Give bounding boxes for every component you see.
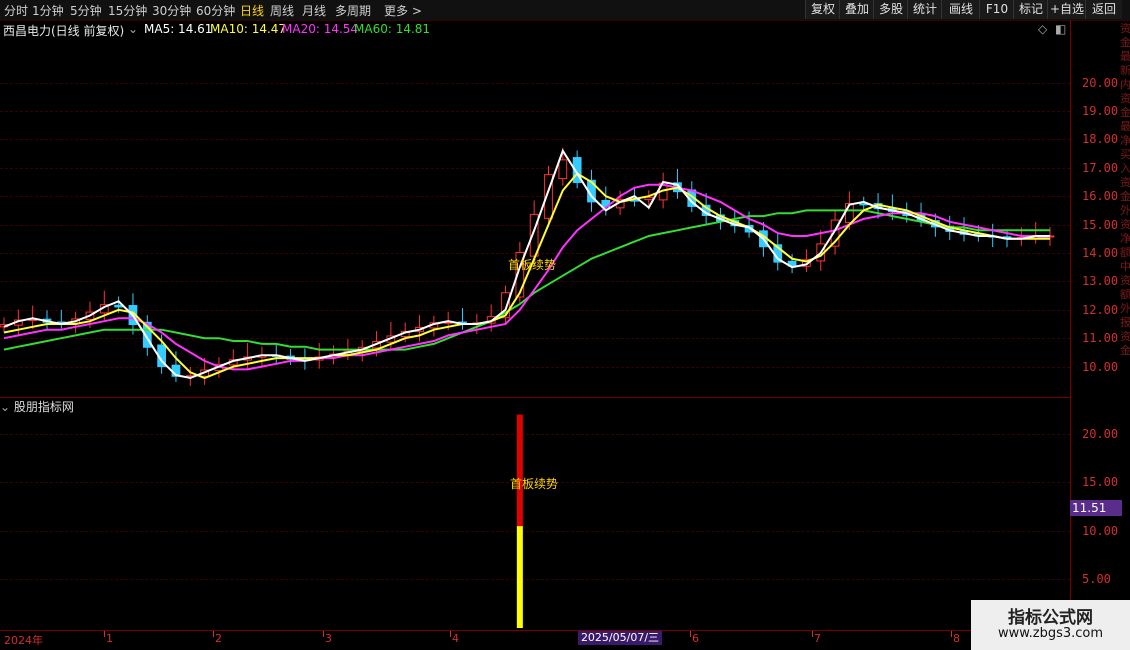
up-candle[interactable]	[558, 159, 568, 180]
sub-signal-label: 首板续势	[510, 477, 559, 491]
month-label: 6	[692, 632, 699, 645]
signal-bar-top	[516, 414, 523, 527]
price-tick-label: 16.00	[1082, 189, 1119, 204]
month-label: 1	[106, 632, 113, 645]
month-tick	[951, 631, 952, 637]
sub-tick-label: 5.00	[1082, 572, 1111, 587]
price-tick-label: 20.00	[1082, 75, 1119, 90]
pane-separator[interactable]	[0, 397, 1070, 398]
sub-tick-label: 10.00	[1082, 523, 1119, 538]
price-tick-label: 18.00	[1082, 132, 1119, 147]
price-tick-label: 14.00	[1082, 246, 1119, 260]
price-axis-line	[1070, 20, 1071, 630]
month-label: 2	[215, 632, 222, 645]
watermark-url: www.zbgs3.com	[997, 626, 1104, 641]
month-tick	[323, 631, 324, 637]
month-label: 8	[953, 632, 960, 645]
signal-bar-bottom	[516, 526, 523, 628]
date-axis	[0, 630, 1070, 647]
month-tick	[104, 631, 105, 637]
cursor-date-label: 2025/05/07/三	[578, 631, 662, 645]
back-button[interactable]: 返回	[1085, 0, 1122, 19]
month-label: 7	[814, 632, 821, 645]
month-label: 3	[325, 632, 332, 645]
price-tick-label: 10.00	[1082, 359, 1119, 374]
month-tick	[213, 631, 214, 637]
price-tick-label: 13.00	[1082, 274, 1119, 289]
month-tick	[812, 631, 813, 637]
main-signal-label: 首板续势	[508, 258, 557, 272]
watermark-title: 指标公式网	[1008, 608, 1093, 628]
sub-tick-label: 20.00	[1082, 426, 1119, 441]
price-tick-label: 15.00	[1082, 217, 1119, 232]
sub-tick-label: 15.00	[1082, 475, 1119, 490]
collapse-icon[interactable]: ⌄	[0, 400, 10, 414]
ma60-line	[3, 209, 1050, 351]
candlestick-chart[interactable]	[0, 0, 1070, 630]
year-label: 2024年	[4, 634, 43, 647]
month-tick	[690, 631, 691, 637]
price-badge: 11.51	[1070, 500, 1122, 516]
price-tick-label: 12.00	[1082, 302, 1119, 317]
right-side-vertical-text: 资金最新内资金最净买入资金外资净额中资额外报资金	[1120, 22, 1130, 357]
price-tick-label: 19.00	[1082, 104, 1119, 118]
month-tick	[450, 631, 451, 637]
sub-pane-title: 股朋指标网	[13, 400, 74, 414]
price-tick-label: 11.00	[1082, 331, 1119, 346]
down-candle[interactable]	[114, 304, 124, 308]
sub-pane-header: ⌄ 股朋指标网	[0, 398, 74, 415]
month-label: 4	[452, 632, 459, 645]
price-tick-label: 17.00	[1082, 160, 1119, 175]
watermark: 指标公式网 www.zbgs3.com	[971, 600, 1130, 650]
